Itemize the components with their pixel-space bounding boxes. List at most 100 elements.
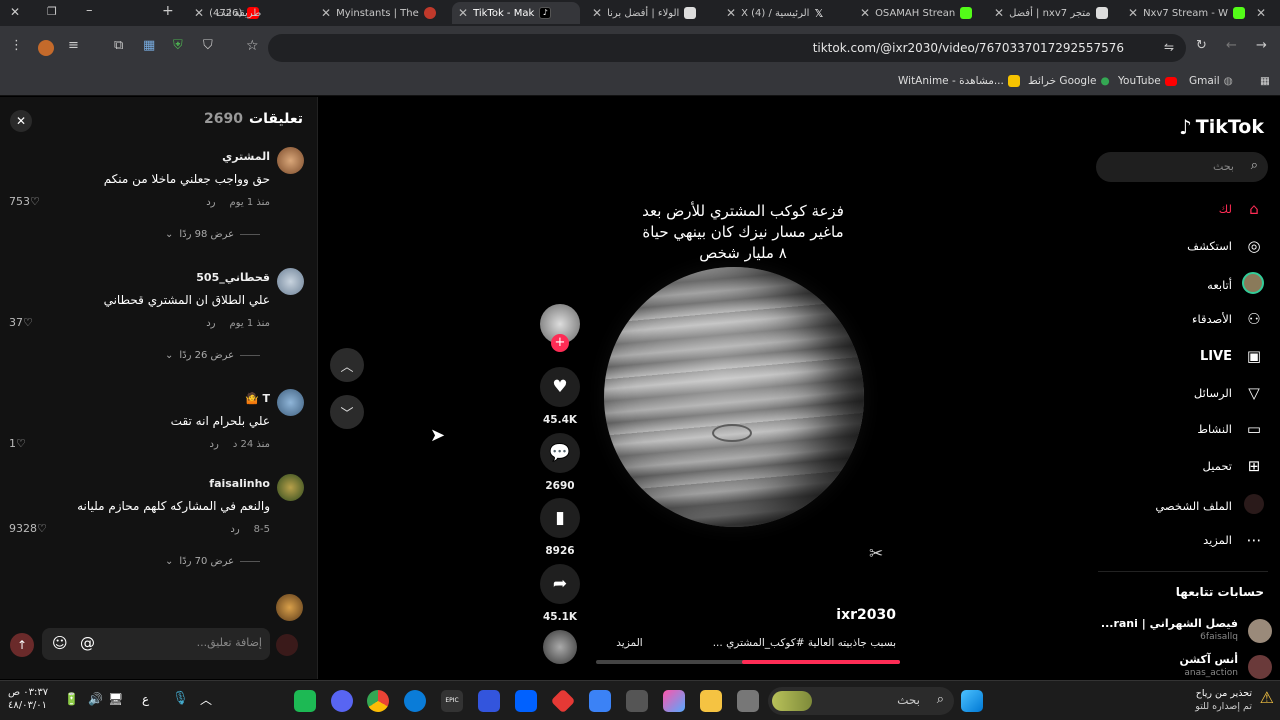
nav-friends[interactable]: ⚇ الأصدقاء <box>1192 310 1264 328</box>
nav-activity[interactable]: ▭ النشاط <box>1197 420 1264 438</box>
clock[interactable]: ٠٣:٣٧ ص ٤٨/٠٣/٠١ <box>8 686 48 712</box>
tab-first[interactable]: طريقة انت <box>210 2 270 24</box>
nav-profile[interactable]: الملف الشخصي <box>1155 494 1264 518</box>
bookmark-gmail[interactable]: Gmail ◍ <box>1189 75 1233 87</box>
chrome-icon[interactable] <box>367 690 389 712</box>
share-button[interactable]: ➦ 45.1K <box>540 564 580 623</box>
search-icon[interactable]: ⌕ <box>1251 158 1258 173</box>
like-count[interactable]: 1♡ <box>9 437 26 450</box>
close-tab-icon[interactable]: ✕ <box>1128 6 1138 20</box>
address-bar[interactable]: tiktok.com/@ixr2030/video/76703370172925… <box>268 34 1186 62</box>
comment-username[interactable]: faisalinho <box>209 477 270 490</box>
author-avatar-button[interactable]: + <box>540 304 580 352</box>
tab[interactable]: ✕ الولاء | أفضل برنا <box>586 2 714 24</box>
follow-plus-icon[interactable]: + <box>551 334 569 352</box>
search-input[interactable]: ⌕ بحث <box>1096 152 1268 182</box>
tab[interactable]: ✕ الرئيسية / X (4) 𝕏 <box>720 2 848 24</box>
extensions-icon[interactable]: ⧉ <box>114 38 123 53</box>
close-tab-icon[interactable]: ✕ <box>726 6 736 20</box>
close-tab-icon[interactable]: ✕ <box>458 6 468 20</box>
reply-button[interactable]: رد <box>230 524 239 535</box>
apps-icon[interactable]: ▦ <box>1260 75 1270 87</box>
windows-start-icon[interactable] <box>961 690 983 712</box>
app-icon[interactable] <box>589 690 611 712</box>
star-icon[interactable]: ☆ <box>246 38 259 54</box>
like-count[interactable]: 753♡ <box>9 195 40 208</box>
previous-video-button[interactable]: ︿ <box>330 348 364 382</box>
save-button[interactable]: ▮ 8926 <box>540 498 580 557</box>
avatar[interactable] <box>277 147 304 174</box>
bookmark-maps[interactable]: خرائط Google ● <box>1028 75 1110 87</box>
tiktok-logo[interactable]: ♪ TikTok <box>1179 115 1264 139</box>
nav-for-you[interactable]: ⌂ لك <box>1219 200 1264 218</box>
close-tab-icon[interactable]: ✕ <box>592 6 602 20</box>
taskbar-search[interactable]: بحث ⌕ <box>768 687 954 715</box>
emoji-icon[interactable]: ☺ <box>52 634 68 652</box>
site-settings-icon[interactable]: ⇋ <box>1164 40 1174 54</box>
comment-input[interactable]: ☺ @ إضافة تعليق... <box>42 628 270 660</box>
nav-explore[interactable]: ◎ استكشف <box>1187 237 1264 255</box>
language-indicator[interactable]: ع <box>142 692 149 706</box>
sound-disc-button[interactable] <box>540 630 580 664</box>
tab[interactable]: ✕ OSAMAH Strean <box>854 2 982 24</box>
like-count[interactable]: 9328♡ <box>9 522 47 535</box>
menu-dots-icon[interactable]: ⋮ <box>10 38 23 53</box>
like-count[interactable]: 37♡ <box>9 316 33 329</box>
video-username[interactable]: ixr2030 <box>836 607 896 623</box>
reply-button[interactable]: رد <box>206 318 215 329</box>
mention-icon[interactable]: @ <box>80 634 95 652</box>
next-video-button[interactable]: ﹀ <box>330 395 364 429</box>
forward-icon[interactable]: ← <box>1226 38 1237 53</box>
comment-username[interactable]: المشتري <box>222 150 270 163</box>
post-arrow-icon[interactable]: ↑ <box>10 633 34 657</box>
tray-chevron-icon[interactable]: ︿ <box>200 691 212 708</box>
reply-button[interactable]: رد <box>206 197 215 208</box>
progress-bar[interactable] <box>596 660 900 664</box>
dropbox-icon[interactable] <box>515 690 537 712</box>
close-tab-icon[interactable]: ✕ <box>860 6 870 20</box>
close-tab-icon[interactable]: ✕ <box>994 6 1004 20</box>
back-icon[interactable]: → <box>1256 38 1267 53</box>
tab[interactable]: ✕ <box>1256 2 1280 24</box>
shield-outline-icon[interactable]: ⛉ <box>203 38 213 53</box>
app-icon[interactable] <box>550 688 576 714</box>
tab[interactable]: ✕ Nxv7 Stream - W <box>1122 2 1250 24</box>
nav-more[interactable]: ⋯ المزيد <box>1203 531 1264 549</box>
bookmark-witanime[interactable]: WitAnime - مشاهدة... <box>898 75 1020 87</box>
nav-upload[interactable]: ⊞ تحميل <box>1203 457 1264 475</box>
task-view-icon[interactable] <box>737 690 759 712</box>
new-tab-icon[interactable]: + <box>162 3 174 19</box>
following-account[interactable]: أنس آكشن anas_action <box>1102 653 1272 681</box>
url-text[interactable]: tiktok.com/@ixr2030/video/76703370172925… <box>813 41 1124 55</box>
close-tab-icon[interactable]: ✕ <box>194 6 204 20</box>
app-icon[interactable] <box>294 690 316 712</box>
extension-icon[interactable]: ▦ <box>143 38 155 53</box>
reply-button[interactable]: رد <box>210 439 219 450</box>
close-window-icon[interactable]: ✕ <box>10 5 20 19</box>
tab[interactable]: ✕ Myinstants | The <box>315 2 445 24</box>
more-button[interactable]: المزيد <box>616 637 642 649</box>
close-tab-icon[interactable]: ✕ <box>1256 6 1266 20</box>
store-icon[interactable] <box>626 690 648 712</box>
view-replies[interactable]: عرض 98 ردًا ⌄ <box>165 229 261 240</box>
nav-live[interactable]: ▣ LIVE <box>1200 347 1264 365</box>
weather-widget[interactable]: ⚠ تحذير من رياح تم إصداره للتو <box>1174 687 1274 715</box>
avatar[interactable] <box>277 389 304 416</box>
volume-icon[interactable]: 🔊 <box>88 692 103 706</box>
like-button[interactable]: ♥ 45.4K <box>540 367 580 426</box>
comment-button[interactable]: 💬 2690 <box>540 433 580 492</box>
comment-username[interactable]: قحطاني_505 <box>196 271 270 284</box>
tab-active[interactable]: ✕ TikTok - Mak ♪ <box>452 2 580 24</box>
battery-icon[interactable]: 🔋 <box>64 692 79 706</box>
bookmark-youtube[interactable]: YouTube <box>1118 75 1177 87</box>
view-replies[interactable]: عرض 26 ردًا ⌄ <box>165 350 261 361</box>
extension-icon[interactable] <box>38 40 54 56</box>
minimize-window-icon[interactable]: – <box>86 3 93 18</box>
shield-icon[interactable]: ⛨ <box>173 38 183 53</box>
microphone-icon[interactable]: 🎙 <box>172 691 189 706</box>
discord-icon[interactable] <box>331 690 353 712</box>
network-icon[interactable]: 🖥 <box>108 692 123 706</box>
following-account[interactable]: فيصل الشهراني | rani... 6faisallq <box>1101 617 1272 645</box>
avatar[interactable] <box>277 474 304 501</box>
restore-window-icon[interactable]: ❐ <box>47 5 57 18</box>
